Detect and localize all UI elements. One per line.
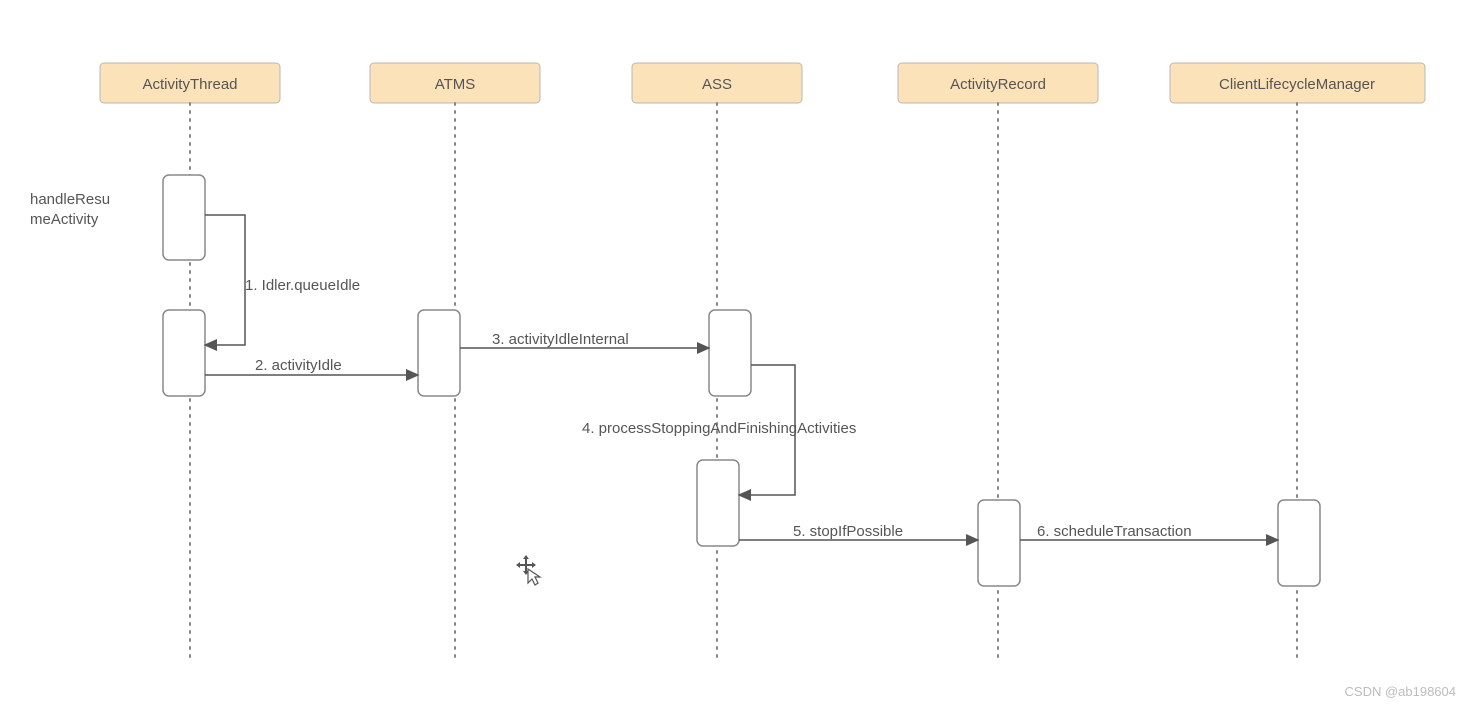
participant-label: ATMS — [435, 76, 476, 93]
activation-box — [418, 310, 460, 396]
activation-box — [709, 310, 751, 396]
message-label: 3. activityIdleInternal — [492, 331, 629, 348]
participant-label: ClientLifecycleManager — [1219, 76, 1375, 93]
side-label: handleResu meActivity — [30, 191, 114, 228]
message-label: 4. processStoppingAndFinishingActivities — [582, 420, 856, 437]
message-stopifpossible: 5. stopIfPossible — [739, 523, 978, 540]
activation-box — [163, 175, 205, 260]
participant-label: ActivityRecord — [950, 76, 1046, 93]
move-cursor-icon — [516, 555, 540, 585]
activation-box — [978, 500, 1020, 586]
message-label: 2. activityIdle — [255, 357, 342, 374]
activation-box — [163, 310, 205, 396]
activation-box — [697, 460, 739, 546]
message-label: 1. Idler.queueIdle — [245, 277, 360, 294]
participant-label: ActivityThread — [142, 76, 237, 93]
message-label: 6. scheduleTransaction — [1037, 523, 1192, 540]
activation-box — [1278, 500, 1320, 586]
message-idler-queueidle: 1. Idler.queueIdle — [205, 215, 360, 345]
participant-label: ASS — [702, 76, 732, 93]
message-activityidleinternal: 3. activityIdleInternal — [460, 331, 709, 348]
message-activityidle: 2. activityIdle — [205, 357, 418, 375]
watermark: CSDN @ab198604 — [1345, 684, 1456, 699]
sequence-diagram: ActivityThread ATMS ASS ActivityRecord C… — [0, 0, 1466, 708]
message-label: 5. stopIfPossible — [793, 523, 903, 540]
message-scheduletransaction: 6. scheduleTransaction — [1020, 523, 1278, 540]
